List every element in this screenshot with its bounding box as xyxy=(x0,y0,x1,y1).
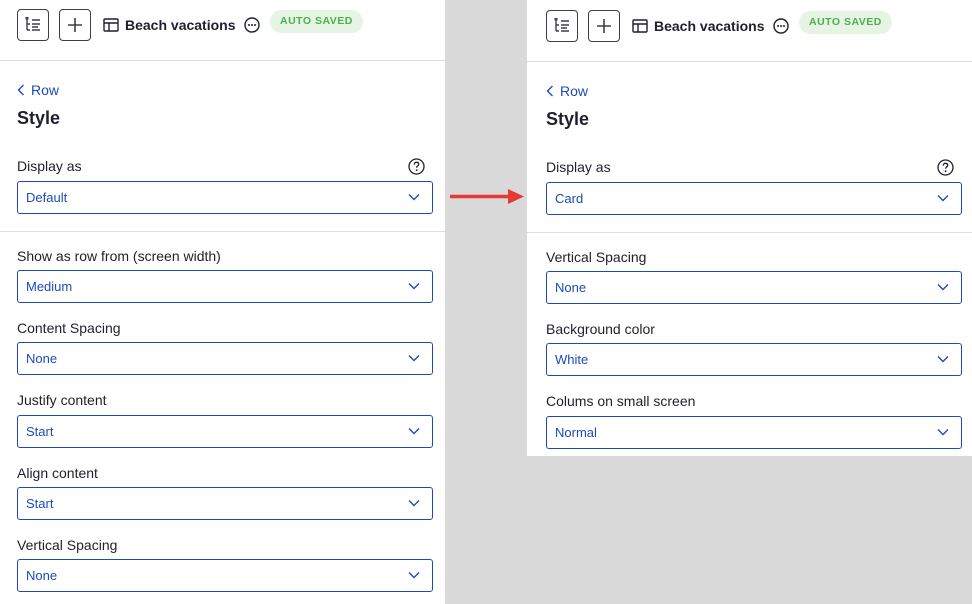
plus-icon xyxy=(597,19,611,33)
field-label: Content Spacing xyxy=(17,320,121,336)
divider xyxy=(527,232,972,233)
select-value: Medium xyxy=(26,279,73,294)
select-value: White xyxy=(555,352,589,367)
plus-icon xyxy=(68,18,82,32)
auto-saved-badge: AUTO SAVED xyxy=(799,11,892,34)
left-panel: Beach vacations AUTO SAVED Row Style Dis… xyxy=(0,0,445,604)
chevron-left-icon xyxy=(546,85,553,97)
more-options-icon[interactable] xyxy=(244,17,260,33)
vertical-spacing-select[interactable]: None xyxy=(546,271,962,304)
select-value: None xyxy=(26,351,58,366)
chevron-down-icon xyxy=(937,429,949,436)
display-as-label: Display as xyxy=(546,159,611,175)
tree-view-button[interactable] xyxy=(546,10,578,42)
justify-content-select[interactable]: Start xyxy=(17,415,433,448)
field-label: Colums on small screen xyxy=(546,393,696,409)
align-content-select[interactable]: Start xyxy=(17,487,433,520)
divider xyxy=(0,231,445,232)
toolbar: Beach vacations AUTO SAVED xyxy=(527,0,972,62)
select-value: Card xyxy=(555,191,584,206)
field-label: Align content xyxy=(17,465,98,481)
select-value: Start xyxy=(26,424,54,439)
help-icon[interactable] xyxy=(408,158,425,175)
content-spacing-select[interactable]: None xyxy=(17,342,433,375)
select-value: None xyxy=(26,568,58,583)
toolbar: Beach vacations AUTO SAVED xyxy=(0,0,445,61)
chevron-down-icon xyxy=(408,500,420,507)
back-link-label: Row xyxy=(560,83,589,99)
vertical-spacing-select[interactable]: None xyxy=(17,559,433,592)
columns-small-screen-select[interactable]: Normal xyxy=(546,416,962,449)
select-value: Normal xyxy=(555,425,597,440)
back-link[interactable]: Row xyxy=(17,82,59,98)
select-value: None xyxy=(555,280,587,295)
more-options-icon[interactable] xyxy=(773,18,789,34)
chevron-down-icon xyxy=(408,572,420,579)
field-label: Show as row from (screen width) xyxy=(17,248,221,264)
help-icon[interactable] xyxy=(937,159,954,176)
chevron-down-icon xyxy=(937,284,949,291)
page-title: Beach vacations xyxy=(654,18,765,34)
back-link-label: Row xyxy=(31,82,60,98)
add-button[interactable] xyxy=(588,10,620,42)
chevron-left-icon xyxy=(17,84,24,96)
chevron-down-icon xyxy=(408,283,420,290)
chevron-down-icon xyxy=(937,356,949,363)
select-value: Start xyxy=(26,496,54,511)
screen-width-select[interactable]: Medium xyxy=(17,270,433,303)
tree-view-button[interactable] xyxy=(17,9,49,41)
display-as-select[interactable]: Default xyxy=(17,181,433,214)
back-link[interactable]: Row xyxy=(546,83,588,99)
page-layout-icon xyxy=(103,18,119,32)
tree-list-icon xyxy=(554,18,569,32)
chevron-down-icon xyxy=(408,428,420,435)
page-layout-icon xyxy=(632,19,648,33)
field-label: Vertical Spacing xyxy=(546,249,647,265)
display-as-label: Display as xyxy=(17,158,82,174)
select-value: Default xyxy=(26,190,68,205)
section-title: Style xyxy=(546,109,590,129)
section-title: Style xyxy=(17,108,61,128)
auto-saved-badge: AUTO SAVED xyxy=(270,10,363,33)
display-as-select[interactable]: Card xyxy=(546,182,962,215)
background-color-select[interactable]: White xyxy=(546,343,962,376)
field-label: Justify content xyxy=(17,392,107,408)
chevron-down-icon xyxy=(408,194,420,201)
right-panel: Beach vacations AUTO SAVED Row Style Dis… xyxy=(527,0,972,456)
red-arrow-icon xyxy=(450,189,524,204)
page-title: Beach vacations xyxy=(125,17,236,33)
field-label: Background color xyxy=(546,321,655,337)
tree-list-icon xyxy=(25,17,40,31)
chevron-down-icon xyxy=(408,355,420,362)
field-label: Vertical Spacing xyxy=(17,537,118,553)
add-button[interactable] xyxy=(59,9,91,41)
chevron-down-icon xyxy=(937,195,949,202)
